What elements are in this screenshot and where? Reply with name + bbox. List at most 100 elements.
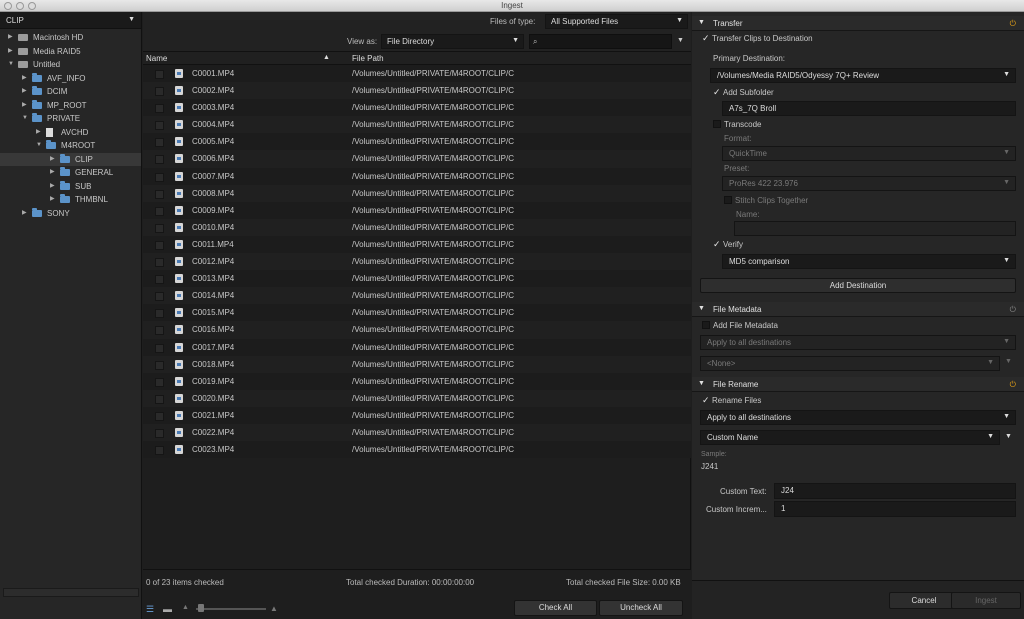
source-location-dropdown[interactable]: CLIP ▼ (0, 12, 141, 29)
thumbnail-view-icon[interactable]: ▬ (163, 604, 172, 614)
disclosure-closed-icon[interactable]: ▶ (22, 207, 27, 221)
file-row[interactable]: C0004.MP4/Volumes/Untitled/PRIVATE/M4ROO… (143, 116, 691, 134)
file-checkbox[interactable] (155, 258, 164, 268)
file-checkbox[interactable] (155, 428, 164, 438)
file-row[interactable]: C0022.MP4/Volumes/Untitled/PRIVATE/M4ROO… (143, 423, 691, 442)
search-options-chevron-icon[interactable]: ▼ (677, 37, 684, 44)
file-checkbox[interactable] (155, 275, 164, 285)
zoom-slider-handle[interactable] (198, 604, 204, 612)
source-tree-item[interactable]: ▶ DCIM (0, 85, 141, 99)
disclosure-closed-icon[interactable]: ▶ (22, 72, 27, 86)
metadata-preset-menu-icon[interactable]: ▼ (1005, 358, 1012, 365)
format-dropdown[interactable]: QuickTime ▼ (722, 146, 1016, 161)
file-checkbox[interactable] (155, 309, 164, 319)
metadata-apply-to-dropdown[interactable]: Apply to all destinations ▼ (700, 335, 1016, 350)
rename-apply-to-dropdown[interactable]: Apply to all destinations ▼ (700, 410, 1016, 425)
source-tree-item[interactable]: ▶ CLIP (0, 152, 141, 167)
source-tree-item[interactable]: ▶ Media RAID5 (0, 45, 141, 59)
file-row[interactable]: C0003.MP4/Volumes/Untitled/PRIVATE/M4ROO… (143, 99, 691, 117)
file-metadata-section-header[interactable]: ▼ File Metadata ⏻ (692, 302, 1024, 317)
file-row[interactable]: C0008.MP4/Volumes/Untitled/PRIVATE/M4ROO… (143, 184, 691, 202)
file-row[interactable]: C0013.MP4/Volumes/Untitled/PRIVATE/M4ROO… (143, 270, 691, 288)
stitch-name-input[interactable] (734, 221, 1016, 236)
metadata-preset-dropdown[interactable]: <None> ▼ (700, 356, 1000, 371)
preset-dropdown[interactable]: ProRes 422 23.976 ▼ (722, 176, 1016, 191)
file-checkbox[interactable] (155, 155, 164, 165)
file-checkbox[interactable] (155, 411, 164, 421)
source-tree-scrollbar[interactable] (3, 588, 139, 597)
disclosure-closed-icon[interactable]: ▶ (50, 166, 55, 180)
subfolder-name-input[interactable]: A7s_7Q Broll (722, 101, 1016, 116)
file-row[interactable]: C0012.MP4/Volumes/Untitled/PRIVATE/M4ROO… (143, 253, 691, 271)
file-checkbox[interactable] (155, 121, 164, 131)
file-row[interactable]: C0002.MP4/Volumes/Untitled/PRIVATE/M4ROO… (143, 82, 691, 100)
add-destination-button[interactable]: Add Destination (700, 278, 1016, 293)
disclosure-closed-icon[interactable]: ▶ (50, 153, 55, 167)
source-tree-item[interactable]: ▼ M4ROOT (0, 139, 141, 153)
file-checkbox[interactable] (155, 172, 164, 182)
source-tree-item[interactable]: ▶ AVCHD (0, 126, 141, 140)
disclosure-closed-icon[interactable]: ▶ (8, 31, 13, 45)
transfer-section-header[interactable]: ▼ Transfer ⏻ (692, 16, 1024, 31)
files-of-type-dropdown[interactable]: All Supported Files ▼ (545, 14, 688, 29)
custom-text-input[interactable]: J24 (774, 483, 1016, 499)
file-checkbox[interactable] (155, 223, 164, 233)
file-row[interactable]: C0019.MP4/Volumes/Untitled/PRIVATE/M4ROO… (143, 372, 691, 390)
file-row[interactable]: C0001.MP4/Volumes/Untitled/PRIVATE/M4ROO… (143, 65, 691, 83)
file-checkbox[interactable] (155, 206, 164, 216)
collapse-triangle-icon[interactable]: ▼ (698, 19, 705, 26)
source-tree-item[interactable]: ▼ Untitled (0, 58, 141, 72)
disclosure-closed-icon[interactable]: ▶ (22, 85, 27, 99)
file-row[interactable]: C0016.MP4/Volumes/Untitled/PRIVATE/M4ROO… (143, 321, 691, 339)
disclosure-closed-icon[interactable]: ▶ (50, 180, 55, 194)
file-checkbox[interactable] (155, 104, 164, 114)
file-checkbox[interactable] (155, 292, 164, 302)
power-icon[interactable]: ⏻ (1010, 380, 1016, 390)
source-tree-item[interactable]: ▶ SUB (0, 180, 141, 194)
file-row[interactable]: C0009.MP4/Volumes/Untitled/PRIVATE/M4ROO… (143, 201, 691, 219)
file-row[interactable]: C0015.MP4/Volumes/Untitled/PRIVATE/M4ROO… (143, 304, 691, 322)
column-path-header[interactable]: File Path (352, 54, 384, 63)
collapse-triangle-icon[interactable]: ▼ (698, 305, 705, 312)
source-tree-item[interactable]: ▶ Macintosh HD (0, 31, 141, 45)
ingest-button[interactable]: Ingest (951, 592, 1021, 609)
search-input[interactable]: ⌕ (529, 34, 672, 49)
disclosure-closed-icon[interactable]: ▶ (50, 193, 55, 207)
source-tree-item[interactable]: ▶ GENERAL (0, 166, 141, 180)
collapse-triangle-icon[interactable]: ▼ (698, 380, 705, 387)
file-row[interactable]: C0005.MP4/Volumes/Untitled/PRIVATE/M4ROO… (143, 133, 691, 151)
rename-mode-menu-icon[interactable]: ▼ (1005, 433, 1012, 440)
file-rename-section-header[interactable]: ▼ File Rename ⏻ (692, 377, 1024, 392)
file-checkbox[interactable] (155, 138, 164, 148)
file-row[interactable]: C0006.MP4/Volumes/Untitled/PRIVATE/M4ROO… (143, 150, 691, 168)
file-checkbox[interactable] (155, 87, 164, 97)
file-row[interactable]: C0017.MP4/Volumes/Untitled/PRIVATE/M4ROO… (143, 338, 691, 356)
disclosure-open-icon[interactable]: ▼ (36, 139, 42, 153)
source-tree-item[interactable]: ▶ SONY (0, 207, 141, 221)
file-checkbox[interactable] (155, 343, 164, 353)
file-row[interactable]: C0018.MP4/Volumes/Untitled/PRIVATE/M4ROO… (143, 355, 691, 373)
file-checkbox[interactable] (155, 394, 164, 404)
source-tree-item[interactable]: ▶ THMBNL (0, 193, 141, 207)
file-checkbox[interactable] (155, 326, 164, 336)
file-checkbox[interactable] (155, 360, 164, 370)
source-tree-item[interactable]: ▶ MP_ROOT (0, 99, 141, 113)
power-icon[interactable]: ⏻ (1010, 19, 1016, 29)
list-view-icon[interactable]: ☰ (146, 604, 154, 615)
source-tree-item[interactable]: ▼ PRIVATE (0, 112, 141, 126)
disclosure-open-icon[interactable]: ▼ (8, 58, 14, 72)
check-all-button[interactable]: Check All (514, 600, 597, 616)
file-row[interactable]: C0023.MP4/Volumes/Untitled/PRIVATE/M4ROO… (143, 441, 691, 459)
file-checkbox[interactable] (155, 240, 164, 250)
disclosure-open-icon[interactable]: ▼ (22, 112, 28, 126)
file-checkbox[interactable] (155, 189, 164, 199)
file-row[interactable]: C0007.MP4/Volumes/Untitled/PRIVATE/M4ROO… (143, 167, 691, 185)
disclosure-closed-icon[interactable]: ▶ (8, 45, 13, 59)
file-row[interactable]: C0021.MP4/Volumes/Untitled/PRIVATE/M4ROO… (143, 406, 691, 424)
power-icon[interactable]: ⏻ (1010, 305, 1016, 315)
file-row[interactable]: C0010.MP4/Volumes/Untitled/PRIVATE/M4ROO… (143, 218, 691, 236)
file-checkbox[interactable] (155, 70, 164, 79)
column-name-header[interactable]: Name (146, 54, 167, 63)
cancel-button[interactable]: Cancel (889, 592, 959, 609)
file-row[interactable]: C0020.MP4/Volumes/Untitled/PRIVATE/M4ROO… (143, 389, 691, 407)
